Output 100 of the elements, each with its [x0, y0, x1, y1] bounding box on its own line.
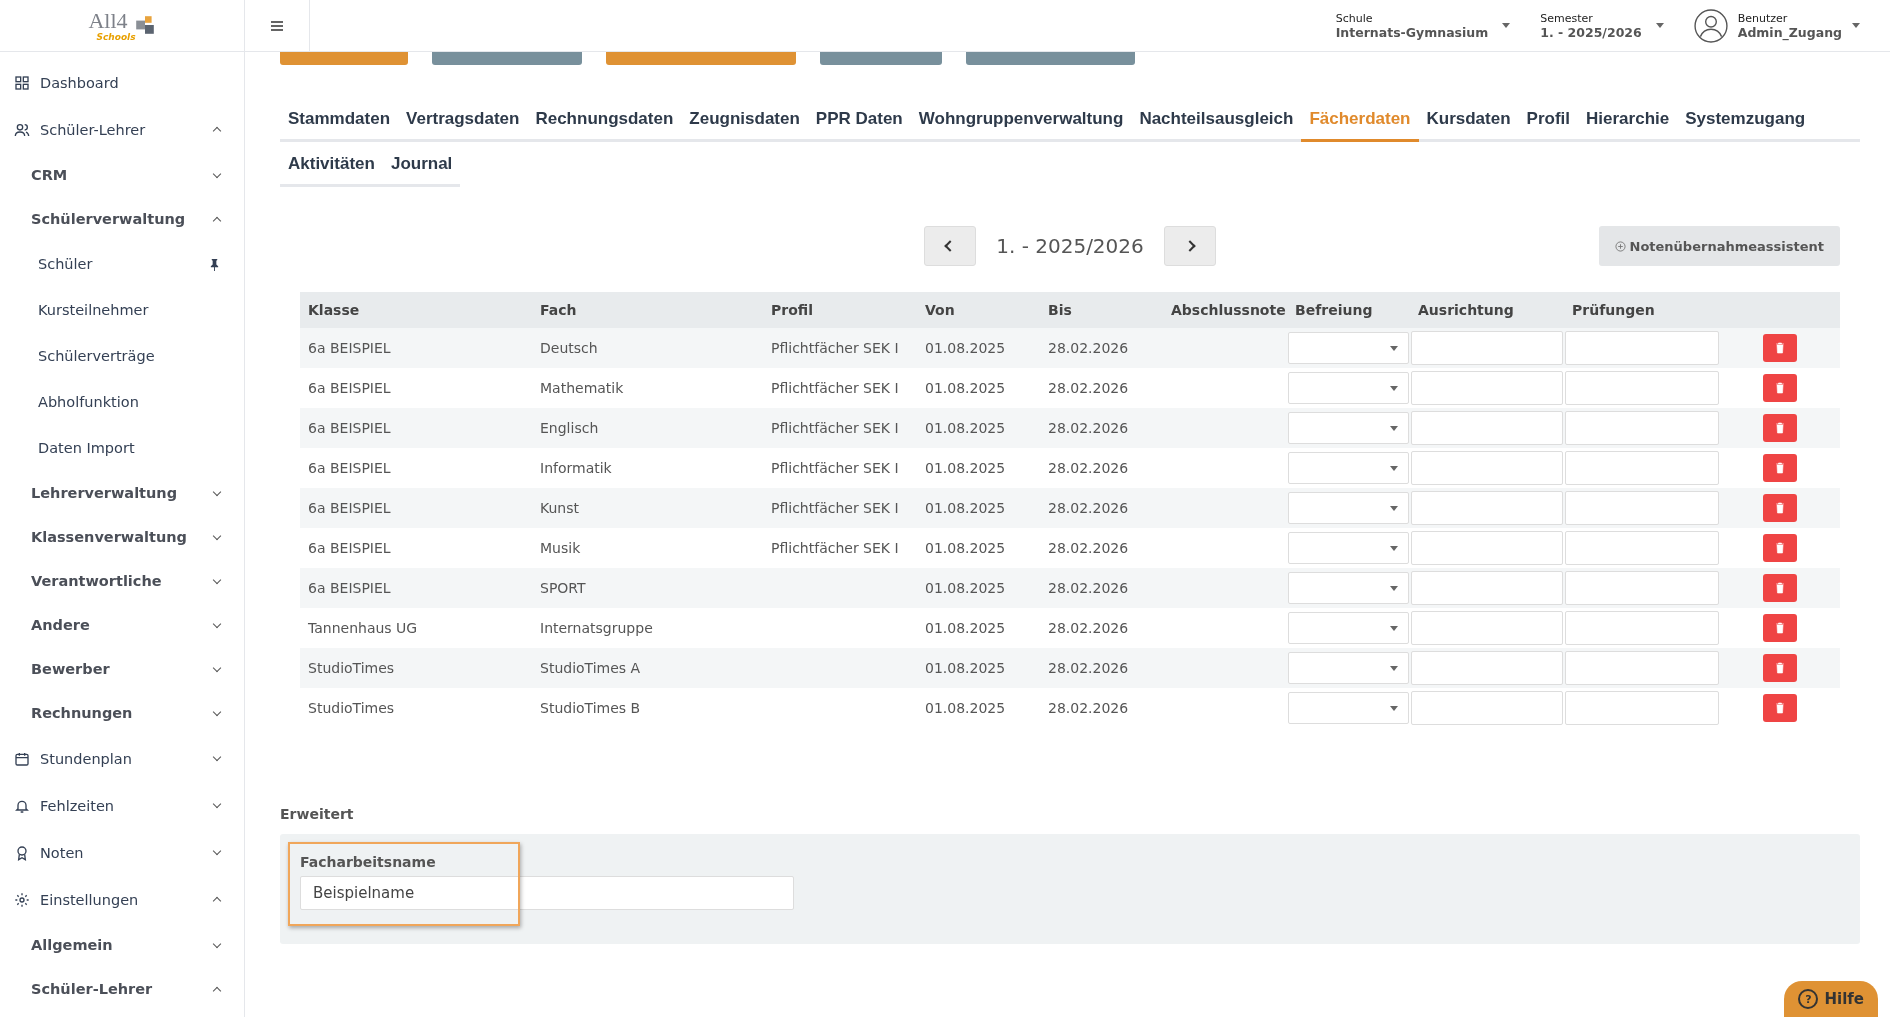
sidebar-item[interactable]: CRM	[0, 153, 244, 197]
tab[interactable]: Hierarchie	[1578, 99, 1678, 142]
sidebar-item[interactable]: Noten	[0, 829, 244, 876]
table-cell-text: 28.02.2026	[1047, 700, 1130, 716]
sidebar-item[interactable]: Bewerber	[0, 647, 244, 691]
table-cell-text: 01.08.2025	[924, 620, 1007, 636]
table-cell-text: 01.08.2025	[924, 380, 1007, 396]
table-cell-text: Informatik	[539, 460, 613, 476]
table-cell-text: 28.02.2026	[1047, 580, 1130, 596]
tab[interactable]: Wohngruppenverwaltung	[910, 99, 1132, 142]
input-field[interactable]: Beispielname	[300, 876, 794, 910]
table-cell-text: Pflichtfächer SEK I	[770, 540, 900, 556]
sidebar-item[interactable]: Schülerverträge	[0, 333, 244, 379]
table-cell-text: 01.08.2025	[924, 580, 1007, 596]
sidebar-item[interactable]: Schüler-Lehrer	[0, 967, 244, 1011]
tab[interactable]: PPR Daten	[807, 99, 911, 142]
sidebar-item[interactable]: Dashboard	[0, 59, 244, 106]
sidebar-item[interactable]: Verantwortliche	[0, 559, 244, 603]
table-cell-text: Pflichtfächer SEK I	[770, 380, 900, 396]
sidebar-item[interactable]: Stundenplan	[0, 735, 244, 782]
table-cell-text: StudioTimes B	[539, 700, 642, 716]
section-title: Erweitert	[280, 806, 355, 822]
table-cell-text: StudioTimes	[307, 700, 396, 716]
table-cell-text: 6a BEISPIEL	[307, 580, 392, 596]
table-cell-text: 01.08.2025	[924, 540, 1007, 556]
sidebar-item[interactable]: Schüler-Lehrer	[0, 106, 244, 153]
table-cell-text: Pflichtfächer SEK I	[770, 500, 900, 516]
table-cell-text: 28.02.2026	[1047, 620, 1130, 636]
table-cell-text: 28.02.2026	[1047, 420, 1130, 436]
selector-dropdown[interactable]: Semester 1. - 2025/2026	[1540, 11, 1664, 40]
table-cell-text: Pflichtfächer SEK I	[770, 340, 900, 356]
logo[interactable]: All4 Schools	[88, 9, 156, 42]
table-cell-text: Englisch	[539, 420, 600, 436]
tab[interactable]: Stammdaten	[280, 99, 399, 142]
column-header: Fach	[539, 302, 578, 318]
sidebar-item[interactable]: Allgemein	[0, 923, 244, 967]
table-cell-text: 01.08.2025	[924, 460, 1007, 476]
column-header: Ausrichtung	[1417, 302, 1515, 318]
table-cell-text: 01.08.2025	[924, 700, 1007, 716]
assistant-button[interactable]: Notenübernahmeassistent	[1598, 226, 1840, 266]
tab[interactable]: Zeugnisdaten	[681, 99, 808, 142]
table-cell-text: StudioTimes	[307, 660, 396, 676]
table-cell-text: 28.02.2026	[1047, 340, 1130, 356]
selector-dropdown[interactable]: Schule Internats-Gymnasium	[1335, 11, 1511, 40]
sidebar-item[interactable]: Rechnungen	[0, 691, 244, 735]
tab[interactable]: Rechnungsdaten	[527, 99, 682, 142]
sidebar-item[interactable]: Daten Import	[0, 425, 244, 471]
column-header: Prüfungen	[1571, 302, 1656, 318]
sidebar-item[interactable]: Lehrerverwaltung	[0, 471, 244, 515]
table-cell-text: 28.02.2026	[1047, 500, 1130, 516]
help-icon: ?	[1798, 989, 1819, 1009]
column-header: Befreiung	[1294, 302, 1374, 318]
table-cell-text: SPORT	[539, 580, 587, 596]
user-menu[interactable]: Benutzer Admin_Zugang	[1693, 8, 1860, 43]
table-cell-text: 6a BEISPIEL	[307, 500, 392, 516]
table-cell-text: 01.08.2025	[924, 420, 1007, 436]
table-cell-text: StudioTimes A	[539, 660, 642, 676]
tab[interactable]: Vertragsdaten	[398, 99, 528, 142]
semester-label: 1. - 2025/2026	[996, 234, 1144, 258]
tab[interactable]: Kursdaten	[1418, 99, 1519, 142]
column-header: Profil	[770, 302, 814, 318]
table-cell-text: 28.02.2026	[1047, 460, 1130, 476]
table-cell-text: 01.08.2025	[924, 500, 1007, 516]
table-cell-text: 6a BEISPIEL	[307, 460, 392, 476]
table-cell-text: 01.08.2025	[924, 340, 1007, 356]
table-cell-text: Mathematik	[539, 380, 625, 396]
tab[interactable]: Journal	[382, 144, 461, 187]
table-cell-text: Internatsgruppe	[539, 620, 654, 636]
table-cell-text: 28.02.2026	[1047, 540, 1130, 556]
sidebar-item[interactable]: Klassenverwaltung	[0, 515, 244, 559]
tab[interactable]: Aktivitäten	[280, 144, 383, 187]
column-header: Klasse	[307, 302, 361, 318]
sidebar-item[interactable]: Kursteilnehmer	[0, 287, 244, 333]
table-cell-text: 6a BEISPIEL	[307, 340, 392, 356]
table-cell-text: Musik	[539, 540, 582, 556]
tab[interactable]: Systemzugang	[1677, 99, 1814, 142]
table-cell-text: Kunst	[539, 500, 580, 516]
table-cell-text: 6a BEISPIEL	[307, 540, 392, 556]
sidebar-item[interactable]: Schüler	[0, 241, 244, 287]
table-cell-text: Deutsch	[539, 340, 599, 356]
tab[interactable]: Nachteilsausgleich	[1131, 99, 1302, 142]
table-cell-text: 6a BEISPIEL	[307, 420, 392, 436]
sidebar-item[interactable]: Andere	[0, 603, 244, 647]
tab[interactable]: Profil	[1518, 99, 1579, 142]
help-button[interactable]: ? Hilfe	[1784, 981, 1878, 1017]
column-header: Von	[924, 302, 956, 318]
table-cell-text: Pflichtfächer SEK I	[770, 460, 900, 476]
sidebar-item[interactable]: Abholfunktion	[0, 379, 244, 425]
table-cell-text: 01.08.2025	[924, 660, 1007, 676]
field-label: Facharbeitsname	[300, 854, 437, 870]
sidebar-item[interactable]: Schülerverwaltung	[0, 197, 244, 241]
table-cell-text: 28.02.2026	[1047, 380, 1130, 396]
sidebar-item[interactable]: Fehlzeiten	[0, 782, 244, 829]
table-cell-text: 28.02.2026	[1047, 660, 1130, 676]
sidebar-item[interactable]: Einstellungen	[0, 876, 244, 923]
table-cell-text: 6a BEISPIEL	[307, 380, 392, 396]
table-cell-text: Pflichtfächer SEK I	[770, 420, 900, 436]
table-cell-text: Tannenhaus UG	[307, 620, 419, 636]
column-header: Bis	[1047, 302, 1073, 318]
column-header: Abschlussnote	[1170, 302, 1287, 318]
